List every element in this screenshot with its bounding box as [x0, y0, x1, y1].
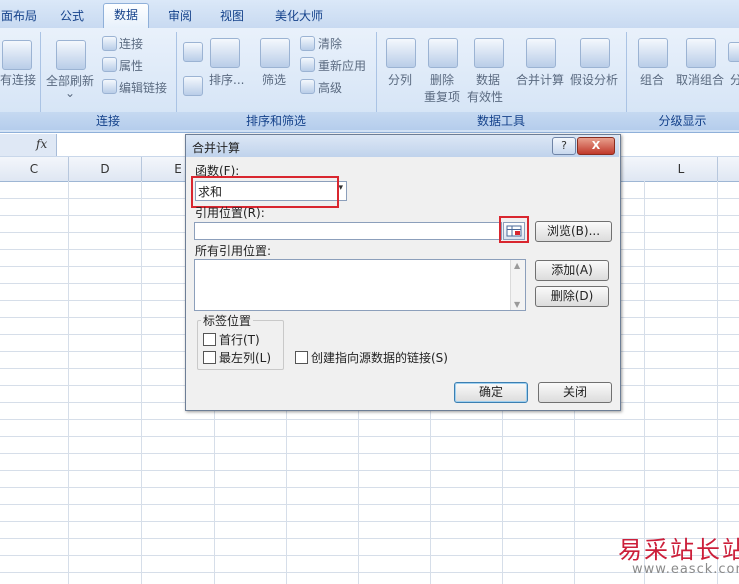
watermark-url: www.easck.com — [632, 562, 739, 577]
grid-line — [141, 181, 142, 584]
scroll-up-icon[interactable]: ▲ — [514, 261, 520, 270]
watermark-title: 易采站长站 — [618, 536, 739, 564]
collapse-button-highlight — [499, 216, 529, 243]
sort-ascending-icon[interactable] — [183, 42, 203, 62]
edit-links-item[interactable]: 编辑链接 — [119, 79, 167, 96]
insert-function-icon[interactable]: fx — [36, 137, 47, 151]
grid-line — [0, 521, 739, 522]
grid-line — [0, 504, 739, 505]
reference-label: 引用位置(R): — [195, 206, 265, 220]
filter-button[interactable]: 筛选 — [262, 71, 286, 88]
top-row-label[interactable]: 首行(T) — [219, 331, 260, 348]
name-box[interactable] — [0, 134, 57, 156]
existing-connections-icon[interactable] — [2, 40, 32, 70]
refresh-all-icon[interactable] — [56, 40, 86, 70]
grid-line — [0, 436, 739, 437]
ok-button[interactable]: 确定 — [454, 382, 528, 403]
close-button[interactable]: 关闭 — [538, 382, 612, 403]
advanced-filter-icon[interactable] — [300, 79, 315, 94]
column-header-d[interactable]: D — [69, 157, 142, 181]
group-icon[interactable] — [638, 38, 668, 68]
filter-icon[interactable] — [260, 38, 290, 68]
text-to-columns-button[interactable]: 分列 — [388, 71, 412, 88]
chevron-down-icon[interactable]: ▾ — [338, 183, 343, 193]
left-column-label[interactable]: 最左列(L) — [219, 349, 271, 366]
edit-links-icon[interactable] — [102, 79, 117, 94]
create-links-label[interactable]: 创建指向源数据的链接(S) — [311, 349, 448, 366]
data-validation-icon[interactable] — [474, 38, 504, 68]
tab-formulas[interactable]: 公式 — [50, 5, 94, 27]
sort-button[interactable]: 排序... — [209, 71, 244, 88]
group-label-sort-filter: 排序和筛选 — [176, 112, 376, 130]
scroll-down-icon[interactable]: ▼ — [514, 300, 520, 309]
group-label-external — [0, 112, 40, 130]
grid-line — [717, 181, 718, 584]
remove-duplicates-line2[interactable]: 重复项 — [424, 88, 460, 105]
browse-button[interactable]: 浏览(B)... — [535, 221, 612, 242]
text-to-columns-icon[interactable] — [386, 38, 416, 68]
group-label-connections: 连接 — [40, 112, 176, 130]
all-references-label: 所有引用位置: — [195, 244, 272, 258]
top-row-checkbox[interactable] — [203, 333, 216, 346]
clear-button[interactable]: 清除 — [318, 35, 342, 52]
add-button[interactable]: 添加(A) — [535, 260, 609, 281]
remove-duplicates-icon[interactable] — [428, 38, 458, 68]
consolidate-icon[interactable] — [526, 38, 556, 68]
group-button[interactable]: 组合 — [640, 71, 664, 88]
tab-view[interactable]: 视图 — [210, 5, 254, 27]
reapply-button[interactable]: 重新应用 — [318, 57, 366, 74]
ungroup-button[interactable]: 取消组合 — [676, 71, 724, 88]
existing-connections-label[interactable]: 有连接 — [0, 71, 36, 88]
properties-item[interactable]: 属性 — [119, 57, 143, 74]
delete-button[interactable]: 删除(D) — [535, 286, 609, 307]
scrollbar[interactable]: ▲ ▼ — [510, 260, 525, 310]
grid-line — [644, 181, 645, 584]
tab-beautify-master[interactable]: 美化大师 — [264, 5, 334, 27]
connections-icon[interactable] — [102, 36, 117, 51]
properties-icon[interactable] — [102, 57, 117, 72]
clear-icon[interactable] — [300, 36, 315, 51]
grid-line — [0, 419, 739, 420]
consolidate-button[interactable]: 合并计算 — [516, 71, 564, 88]
advanced-filter-button[interactable]: 高级 — [318, 79, 342, 96]
tab-page-layout[interactable]: 面布局 — [0, 5, 38, 27]
create-links-checkbox[interactable] — [295, 351, 308, 364]
grid-line — [68, 181, 69, 584]
connections-item[interactable]: 连接 — [119, 35, 143, 52]
what-if-analysis-button[interactable]: 假设分析 — [570, 71, 618, 88]
column-header-c[interactable]: C — [0, 157, 69, 181]
column-header-l[interactable]: L — [645, 157, 718, 181]
reference-input[interactable] — [194, 222, 502, 240]
data-validation-line2[interactable]: 有效性 — [467, 88, 503, 105]
grid-line — [0, 487, 739, 488]
help-icon[interactable]: ? — [552, 137, 576, 155]
left-column-checkbox[interactable] — [203, 351, 216, 364]
ungroup-icon[interactable] — [686, 38, 716, 68]
subtotal-icon[interactable] — [728, 42, 739, 62]
what-if-analysis-icon[interactable] — [580, 38, 610, 68]
close-icon[interactable]: X — [577, 137, 615, 155]
sort-icon[interactable] — [210, 38, 240, 68]
dialog-title: 合并计算 — [192, 141, 241, 155]
all-references-list[interactable]: ▲ ▼ — [194, 259, 526, 311]
subtotal-button[interactable]: 分 — [730, 71, 739, 88]
tab-data[interactable]: 数据 — [103, 3, 149, 29]
grid-line — [0, 470, 739, 471]
tab-review[interactable]: 审阅 — [158, 5, 202, 27]
reapply-icon[interactable] — [300, 57, 315, 72]
grid-line — [0, 572, 739, 573]
sort-descending-icon[interactable] — [183, 76, 203, 96]
data-validation-line1[interactable]: 数据 — [476, 71, 500, 88]
label-position-title: 标签位置 — [201, 312, 254, 329]
chevron-down-icon[interactable]: ⌄ — [65, 86, 75, 100]
remove-duplicates-line1[interactable]: 删除 — [430, 71, 454, 88]
group-label-data-tools: 数据工具 — [376, 112, 626, 130]
group-label-outline: 分级显示 — [626, 112, 739, 130]
grid-line — [0, 453, 739, 454]
